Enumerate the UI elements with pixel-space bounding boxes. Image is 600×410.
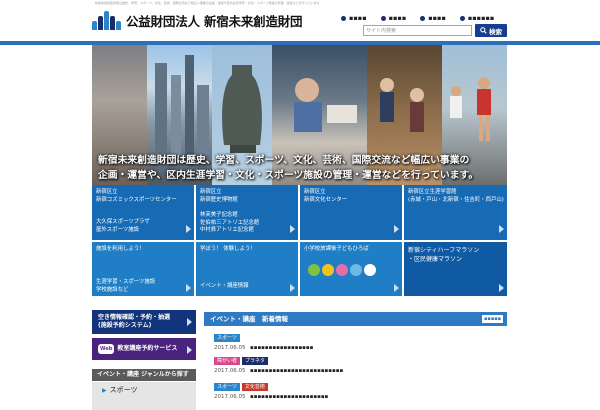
news-title[interactable]: ▪▪▪▪▪▪▪▪▪▪▪▪▪▪▪▪▪▪▪▪▪ [250,394,328,400]
site-header: 新宿未来創造財団は歴史、学習、スポーツ、文化、芸術、国際交流など幅広い事業の企画… [0,0,600,42]
hero-caption: 新宿未来創造財団は歴史、学習、スポーツ、文化、芸術、国際交流など幅広い事業の 企… [98,155,479,181]
tile-half-marathon[interactable]: 新宿シティハーフマラソン ・区民健康マラソン [404,240,507,296]
news-date: 2017.06.05 [214,345,246,351]
tile-lifelong-learning[interactable]: 新宿区立生涯学習館 (赤城・戸山・北新宿・住吉町・西戸山) [404,185,507,240]
news-title[interactable]: ▪▪▪▪▪▪▪▪▪▪▪▪▪▪▪▪▪ [250,345,313,351]
hero-collage: 新宿未来創造財団は歴史、学習、スポーツ、文化、芸術、国際交流など幅広い事業の 企… [92,45,507,185]
tile-learn-experience[interactable]: 学ぼう！ 体験しよう！ イベント・講座情報 [196,240,300,296]
top-nav-item[interactable]: ▪▪▪▪▪▪ [459,14,494,22]
genre-item-sports[interactable]: ▶ スポーツ [92,382,196,410]
chevron-right-icon [394,284,399,292]
news-date: 2017.06.05 [214,368,246,374]
logo-mark-icon [92,10,122,30]
category-badge: スポーツ [214,383,240,391]
chevron-right-icon [290,225,295,233]
chevron-right-icon [186,225,191,233]
news-heading: イベント・講座 新着情報 ▪▪▪▪▪ [204,312,507,326]
category-badge: 障がい者 [214,357,241,365]
search-button[interactable]: 検索 [475,24,507,37]
facility-grid: 新宿区立 新宿コズミックスポーツセンター 大久保スポーツプラザ 屋外スポーツ施設 新… [92,185,507,296]
kids-characters-icon [308,264,376,276]
top-nav-item[interactable]: ▪▪▪▪ [341,14,367,22]
class-reservation-button[interactable]: Web 教室講座予約サービス [92,338,196,360]
tile-use-facilities[interactable]: 施設を利用しよう！ 生涯学習・スポーツ施設 学校施設など [92,240,196,296]
top-nav: ▪▪▪▪ ▪▪▪▪ ▪▪▪▪ ▪▪▪▪▪▪ [341,14,508,22]
site-logo[interactable]: 公益財団法人 新宿未来創造財団 [92,10,303,30]
top-nav-item[interactable]: ▪▪▪▪ [380,14,406,22]
site-description-strip: 新宿未来創造財団は歴史、学習、スポーツ、文化、芸術、国際交流など幅広い事業の企画… [95,1,320,5]
chevron-right-icon [290,284,295,292]
news-date: 2017.06.05 [214,394,246,400]
top-nav-item[interactable]: ▪▪▪▪ [420,14,446,22]
genre-search-heading: イベント・講座 ジャンルから探す [92,369,196,381]
search-input[interactable]: サイト内検索 [363,25,472,36]
category-badge: 文化芸術 [241,383,268,391]
chevron-right-icon [499,284,504,292]
chevron-right-icon [187,346,192,354]
chevron-right-icon [187,318,192,326]
web-badge: Web [98,344,115,354]
arrow-icon: ▶ [102,387,107,394]
news-title[interactable]: ▪▪▪▪▪▪▪▪▪▪▪▪▪▪▪▪▪▪▪▪▪▪▪▪▪ [250,368,343,374]
tile-cosmic-sports-center[interactable]: 新宿区立 新宿コズミックスポーツセンター 大久保スポーツプラザ 屋外スポーツ施設 [92,185,196,240]
bullet-icon [420,15,426,21]
event-news-panel: イベント・講座 新着情報 ▪▪▪▪▪ スポーツ 2017.06.05 ▪▪▪▪▪… [204,312,507,400]
chevron-right-icon [499,225,504,233]
search-icon [480,27,487,34]
category-badge: スポーツ [214,334,240,342]
logo-text: 公益財団法人 新宿未来創造財団 [126,13,303,29]
sidebar: 空き情報確認・予約・抽選 (施設予約システム) Web 教室講座予約サービス イ… [92,310,196,410]
bullet-icon [459,15,465,21]
category-badge: プラネタ [242,357,269,365]
chevron-right-icon [186,284,191,292]
tile-culture-center[interactable]: 新宿区立 新宿文化センター [300,185,404,240]
tile-history-museum[interactable]: 新宿区立 新宿歴史博物館 林芙美子記念館 佐伯祐三アトリエ記念館 中村彝アトリエ記念館 [196,185,300,240]
tile-kids-plaza[interactable]: 小学校放課後子どもひろば [300,240,404,296]
bullet-icon [380,15,386,21]
bullet-icon [341,15,346,21]
facility-reservation-button[interactable]: 空き情報確認・予約・抽選 (施設予約システム) [92,310,196,334]
news-more-link[interactable]: ▪▪▪▪▪ [482,315,503,323]
chevron-right-icon [394,225,399,233]
